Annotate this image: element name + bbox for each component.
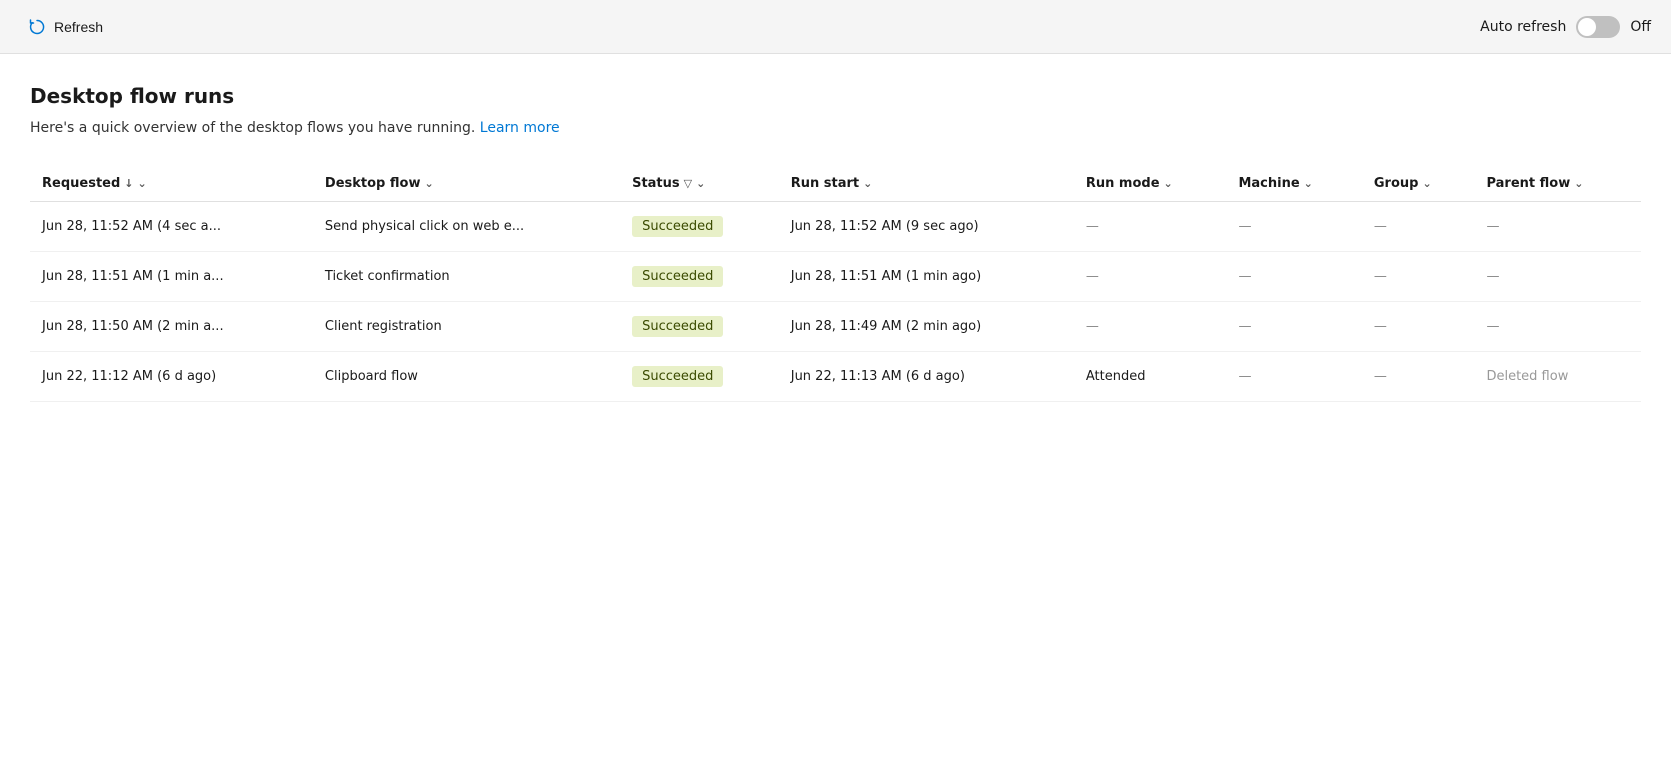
chevron-down-icon: ⌄ — [1422, 177, 1431, 190]
cell-parent_flow: — — [1474, 252, 1641, 302]
cell-run_start: Jun 28, 11:51 AM (1 min ago) — [779, 252, 1074, 302]
cell-machine: — — [1226, 202, 1361, 252]
cell-run_start: Jun 28, 11:49 AM (2 min ago) — [779, 302, 1074, 352]
cell-group: — — [1362, 302, 1475, 352]
top-bar: Refresh Auto refresh Off — [0, 0, 1671, 54]
auto-refresh-toggle[interactable] — [1576, 16, 1620, 38]
chevron-down-icon: ⌄ — [1164, 177, 1173, 190]
status-badge: Succeeded — [632, 216, 723, 237]
table-row[interactable]: Jun 28, 11:52 AM (4 sec a...Send physica… — [30, 202, 1641, 252]
cell-requested: Jun 28, 11:51 AM (1 min a... — [30, 252, 313, 302]
cell-requested: Jun 28, 11:50 AM (2 min a... — [30, 302, 313, 352]
cell-desktop_flow: Ticket confirmation — [313, 252, 620, 302]
status-badge: Succeeded — [632, 266, 723, 287]
cell-requested: Jun 28, 11:52 AM (4 sec a... — [30, 202, 313, 252]
toggle-slider — [1576, 16, 1620, 38]
chevron-down-icon: ⌄ — [138, 177, 147, 190]
page-description: Here's a quick overview of the desktop f… — [30, 120, 1641, 136]
cell-machine: — — [1226, 302, 1361, 352]
cell-parent_flow: — — [1474, 202, 1641, 252]
auto-refresh-label: Auto refresh — [1480, 19, 1566, 35]
status-badge: Succeeded — [632, 366, 723, 387]
cell-machine: — — [1226, 352, 1361, 402]
cell-status: Succeeded — [620, 302, 779, 352]
cell-run_mode: — — [1074, 252, 1227, 302]
chevron-down-icon: ⌄ — [424, 177, 433, 190]
cell-status: Succeeded — [620, 252, 779, 302]
cell-requested: Jun 22, 11:12 AM (6 d ago) — [30, 352, 313, 402]
chevron-down-icon: ⌄ — [863, 177, 872, 190]
col-status: Status ▽ ⌄ — [620, 166, 779, 202]
cell-desktop_flow: Send physical click on web e... — [313, 202, 620, 252]
col-group: Group ⌄ — [1362, 166, 1475, 202]
table-row[interactable]: Jun 22, 11:12 AM (6 d ago)Clipboard flow… — [30, 352, 1641, 402]
table-body: Jun 28, 11:52 AM (4 sec a...Send physica… — [30, 202, 1641, 402]
cell-parent_flow: — — [1474, 302, 1641, 352]
chevron-down-icon: ⌄ — [1574, 177, 1583, 190]
col-machine: Machine ⌄ — [1226, 166, 1361, 202]
main-content: Desktop flow runs Here's a quick overvie… — [0, 54, 1671, 763]
cell-run_mode: Attended — [1074, 352, 1227, 402]
page-title: Desktop flow runs — [30, 84, 1641, 108]
sort-down-icon: ↓ — [124, 177, 133, 190]
cell-desktop_flow: Clipboard flow — [313, 352, 620, 402]
cell-status: Succeeded — [620, 352, 779, 402]
refresh-icon — [28, 18, 46, 36]
cell-run_mode: — — [1074, 302, 1227, 352]
refresh-label: Refresh — [54, 19, 103, 35]
col-parent-flow: Parent flow ⌄ — [1474, 166, 1641, 202]
header-row: Requested ↓ ⌄ Desktop flow ⌄ Status ▽ — [30, 166, 1641, 202]
cell-group: — — [1362, 352, 1475, 402]
cell-machine: — — [1226, 252, 1361, 302]
table-row[interactable]: Jun 28, 11:51 AM (1 min a...Ticket confi… — [30, 252, 1641, 302]
cell-parent_flow: Deleted flow — [1474, 352, 1641, 402]
chevron-down-icon: ⌄ — [696, 177, 705, 190]
flow-runs-table: Requested ↓ ⌄ Desktop flow ⌄ Status ▽ — [30, 166, 1641, 402]
learn-more-link[interactable]: Learn more — [480, 120, 560, 136]
cell-run_start: Jun 28, 11:52 AM (9 sec ago) — [779, 202, 1074, 252]
cell-run_start: Jun 22, 11:13 AM (6 d ago) — [779, 352, 1074, 402]
cell-status: Succeeded — [620, 202, 779, 252]
cell-run_mode: — — [1074, 202, 1227, 252]
cell-group: — — [1362, 202, 1475, 252]
auto-refresh-area: Auto refresh Off — [1480, 16, 1651, 38]
filter-icon: ▽ — [684, 177, 692, 190]
auto-refresh-off-label: Off — [1630, 19, 1651, 35]
table-header: Requested ↓ ⌄ Desktop flow ⌄ Status ▽ — [30, 166, 1641, 202]
col-requested: Requested ↓ ⌄ — [30, 166, 313, 202]
cell-group: — — [1362, 252, 1475, 302]
cell-desktop_flow: Client registration — [313, 302, 620, 352]
col-desktop-flow: Desktop flow ⌄ — [313, 166, 620, 202]
status-badge: Succeeded — [632, 316, 723, 337]
table-row[interactable]: Jun 28, 11:50 AM (2 min a...Client regis… — [30, 302, 1641, 352]
col-run-mode: Run mode ⌄ — [1074, 166, 1227, 202]
chevron-down-icon: ⌄ — [1304, 177, 1313, 190]
col-run-start: Run start ⌄ — [779, 166, 1074, 202]
description-text: Here's a quick overview of the desktop f… — [30, 120, 475, 136]
refresh-button[interactable]: Refresh — [20, 14, 111, 40]
